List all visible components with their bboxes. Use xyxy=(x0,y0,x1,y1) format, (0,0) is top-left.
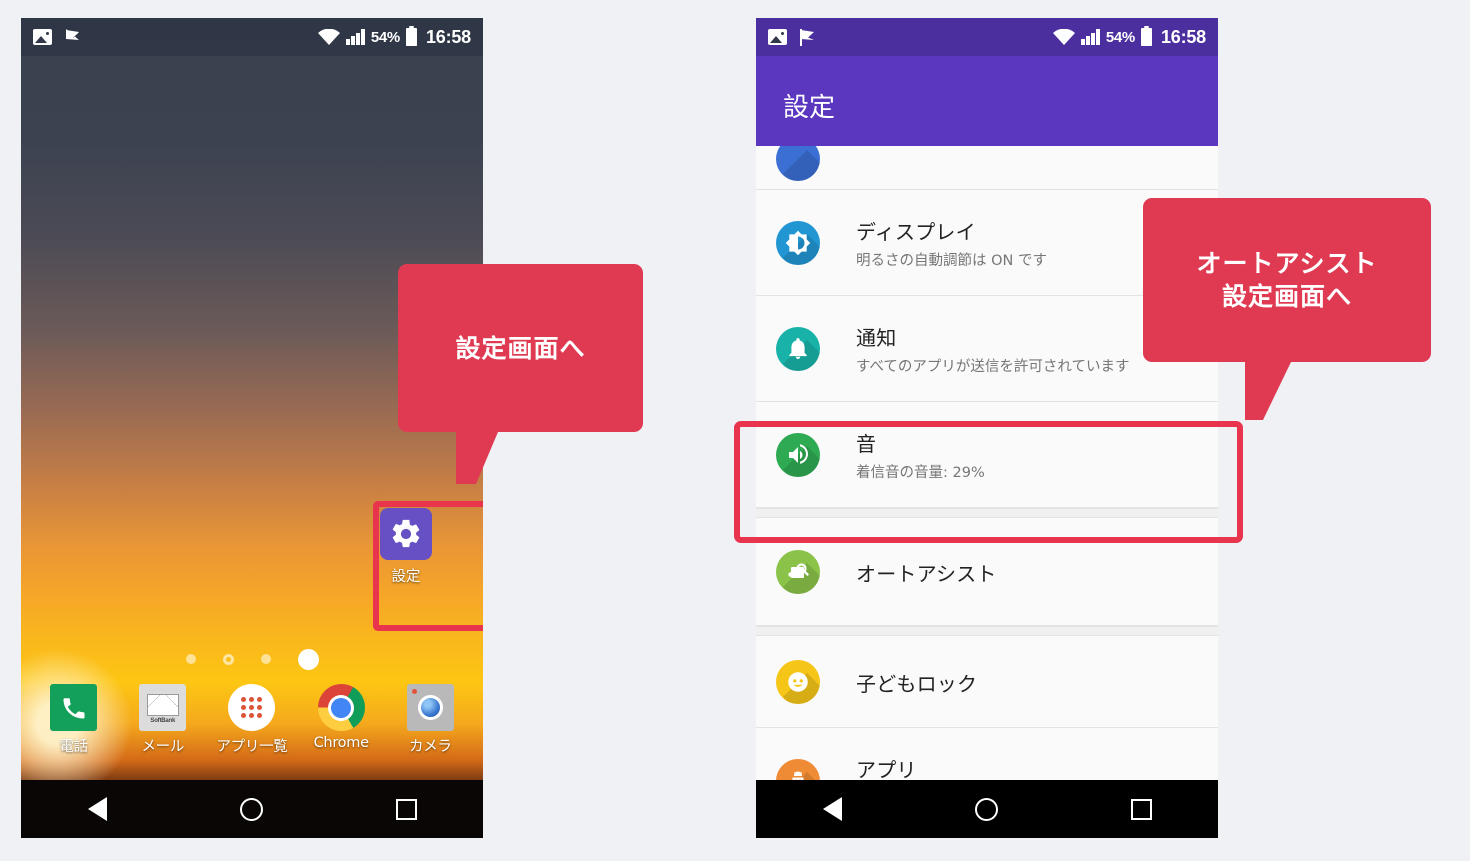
home-page-indicator[interactable] xyxy=(21,648,483,670)
settings-row-apps[interactable]: アプリ 56 個のアプリがインストールされています xyxy=(756,728,1218,780)
auto-assist-highlight-box xyxy=(734,421,1243,543)
circle-home-icon[interactable] xyxy=(239,797,263,821)
square-recents-icon[interactable] xyxy=(395,798,417,820)
settings-section-divider xyxy=(756,626,1218,636)
photo-icon xyxy=(33,29,52,45)
clock-label: 16:58 xyxy=(425,26,471,47)
dock-app-drawer[interactable]: アプリ一覧 xyxy=(214,684,290,756)
mail-icon: SoftBank xyxy=(139,684,187,731)
battery-percent-label: 54% xyxy=(1105,28,1135,46)
check-flag-icon xyxy=(64,28,82,47)
dock-app-chrome[interactable]: Chrome xyxy=(303,684,379,751)
gear-icon xyxy=(380,508,432,560)
display-icon xyxy=(776,221,820,265)
settings-row-title: アプリ xyxy=(856,758,917,780)
check-flag-icon xyxy=(799,28,817,47)
wifi-icon xyxy=(1053,28,1076,45)
left-navigation-bar xyxy=(21,780,483,838)
battery-percent-label: 54% xyxy=(370,28,400,46)
page-dot[interactable] xyxy=(185,654,196,664)
settings-row-title: 子どもロック xyxy=(856,671,978,696)
callout-left-tail xyxy=(456,432,498,484)
settings-row-title: オートアシスト xyxy=(856,561,997,586)
callout-left-text: 設定画面へ xyxy=(455,333,586,363)
settings-row-kid-lock[interactable]: 子どもロック xyxy=(756,636,1218,728)
wifi-icon xyxy=(318,28,341,45)
dock-label: アプリ一覧 xyxy=(216,739,288,755)
android-app-icon xyxy=(776,759,820,780)
auto-assist-icon xyxy=(776,550,820,594)
callout-right-line2: 設定画面へ xyxy=(1221,282,1352,311)
settings-row-title: 通知 xyxy=(856,326,897,350)
dock-app-camera[interactable]: カメラ xyxy=(392,684,468,756)
callout-right-line1: オートアシスト xyxy=(1196,249,1378,278)
battery-icon xyxy=(1140,26,1152,46)
bell-icon xyxy=(776,327,820,371)
dock-label: メール xyxy=(141,739,185,755)
app-drawer-icon xyxy=(228,684,276,731)
page-dot[interactable] xyxy=(222,653,234,665)
photo-icon xyxy=(768,29,787,45)
kid-lock-icon xyxy=(776,660,820,704)
settings-row-subtitle: 明るさの自動調節は ON です xyxy=(856,253,1047,269)
callout-left: 設定画面へ xyxy=(398,264,643,484)
dock-label: Chrome xyxy=(313,735,369,751)
circle-home-icon[interactable] xyxy=(974,797,998,821)
signal-icon xyxy=(346,29,365,45)
callout-right-tail xyxy=(1245,362,1291,420)
square-recents-icon[interactable] xyxy=(1130,798,1152,820)
triangle-back-icon[interactable] xyxy=(87,797,107,821)
camera-icon xyxy=(406,684,454,731)
dock-app-phone[interactable]: 電話 xyxy=(36,684,112,756)
dock-label: 電話 xyxy=(59,739,88,755)
screenshot-stage: 54% 16:58 設定 電話 SoftBank メール アプリ一覧 Chrom… xyxy=(0,0,1470,861)
chrome-icon xyxy=(317,684,365,731)
right-status-bar: 54% 16:58 xyxy=(756,18,1218,56)
home-dock: 電話 SoftBank メール アプリ一覧 Chrome カメラ xyxy=(21,680,483,780)
mail-carrier-label: SoftBank xyxy=(150,718,176,724)
settings-row-title: ディスプレイ xyxy=(856,220,976,244)
callout-right: オートアシスト 設定画面へ xyxy=(1143,198,1431,420)
triangle-back-icon[interactable] xyxy=(822,797,842,821)
home-settings-label: 設定 xyxy=(391,569,421,585)
dock-label: カメラ xyxy=(409,739,452,755)
page-dot-active[interactable] xyxy=(297,648,319,670)
clock-label: 16:58 xyxy=(1160,26,1206,47)
battery-icon xyxy=(405,26,417,46)
page-title: 設定 xyxy=(783,93,836,123)
signal-icon xyxy=(1081,29,1100,45)
right-navigation-bar xyxy=(756,780,1218,838)
home-settings-app[interactable]: 設定 xyxy=(373,508,439,586)
left-status-bar: 54% 16:58 xyxy=(21,18,483,56)
page-dot[interactable] xyxy=(260,654,271,664)
settings-row-subtitle: すべてのアプリが送信を許可されています xyxy=(856,359,1130,375)
dock-app-mail[interactable]: SoftBank メール xyxy=(125,684,201,756)
phone-icon xyxy=(50,684,98,731)
